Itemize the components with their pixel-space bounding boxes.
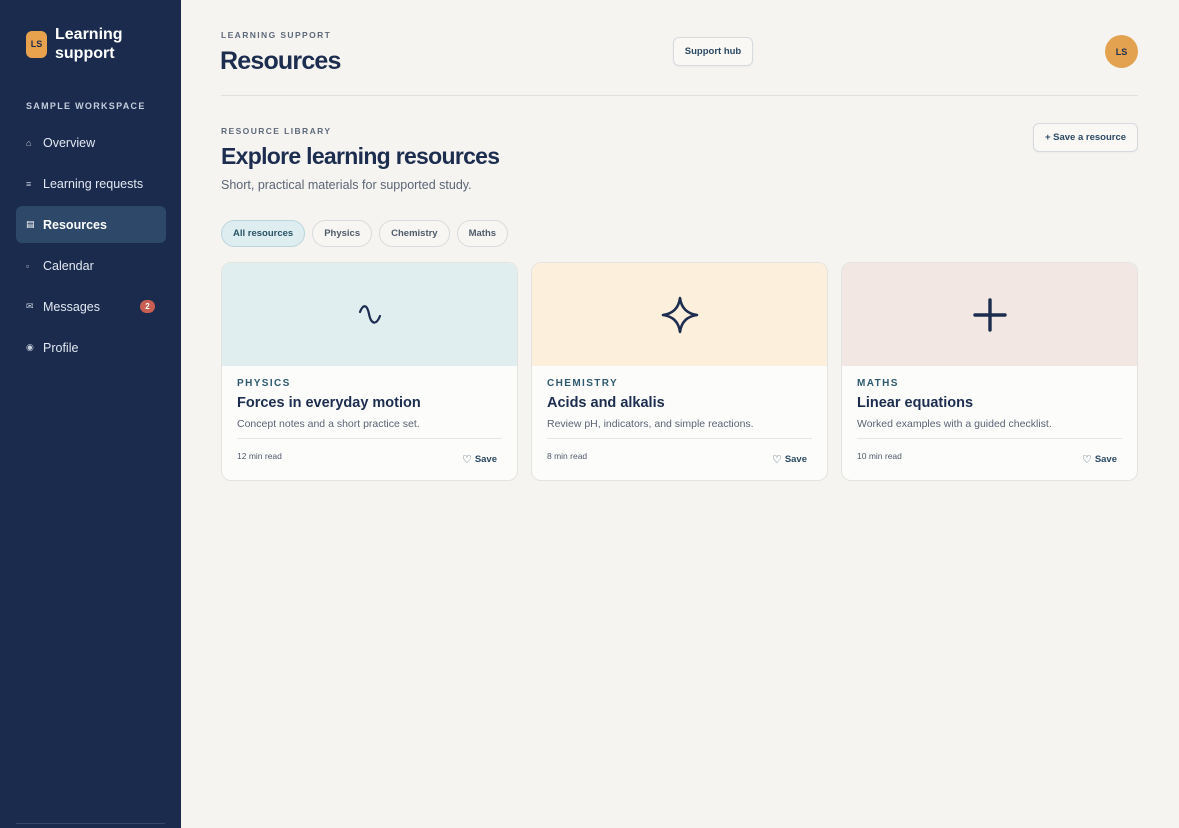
resource-card[interactable]: MATHS Linear equations Worked examples w… <box>841 262 1138 481</box>
save-label: Save <box>474 454 497 465</box>
heart-icon: ♡ <box>461 454 472 466</box>
page-eyebrow: LEARNING SUPPORT <box>221 30 332 40</box>
brand-logo: LS <box>26 30 47 58</box>
calendar-icon: ▫ <box>26 260 30 271</box>
brand[interactable]: LS Learning support <box>26 25 135 63</box>
section-eyebrow: RESOURCE LIBRARY <box>221 126 332 136</box>
sparkle-icon <box>661 296 698 333</box>
avatar[interactable]: LS <box>1105 35 1138 68</box>
card-title: Forces in everyday motion <box>237 395 421 411</box>
card-banner <box>532 263 827 366</box>
section-title: Explore learning resources <box>221 143 500 169</box>
filter-all-resources[interactable]: All resources <box>221 220 306 247</box>
sidebar-item-label: Messages <box>43 299 100 314</box>
sidebar-item-resources[interactable]: ▤ Resources <box>16 206 166 243</box>
save-label: Save <box>1094 454 1117 465</box>
card-banner <box>222 263 517 366</box>
sidebar-item-label: Resources <box>43 217 107 232</box>
card-category: MATHS <box>857 378 899 389</box>
save-resource-button[interactable]: + Save a resource <box>1033 123 1138 152</box>
card-description: Concept notes and a short practice set. <box>237 418 420 430</box>
card-category: PHYSICS <box>237 378 291 389</box>
card-category: CHEMISTRY <box>547 378 619 389</box>
read-time: 10 min read <box>857 451 902 461</box>
brand-title: Learning support <box>55 26 123 62</box>
sidebar-item-overview[interactable]: ⌂ Overview <box>16 124 166 161</box>
heart-icon: ♡ <box>1081 454 1092 466</box>
sidebar: LS Learning support SAMPLE WORKSPACE ⌂ O… <box>0 0 181 828</box>
page-title: Resources <box>220 47 341 75</box>
sidebar-nav: ⌂ Overview ≡ Learning requests ▤ Resourc… <box>16 124 166 370</box>
filter-maths[interactable]: Maths <box>456 220 509 247</box>
filter-chemistry[interactable]: Chemistry <box>379 220 450 247</box>
filter-chips: All resources Physics Chemistry Maths <box>221 220 509 247</box>
resource-card[interactable]: PHYSICS Forces in everyday motion Concep… <box>221 262 518 481</box>
mail-icon: ✉ <box>26 301 34 311</box>
sidebar-item-label: Learning requests <box>43 176 144 191</box>
save-button[interactable]: ♡ Save <box>772 453 807 466</box>
save-label: Save <box>784 454 807 465</box>
sidebar-item-calendar[interactable]: ▫ Calendar <box>16 247 166 284</box>
unread-count-badge: 2 <box>140 300 155 313</box>
sidebar-divider <box>16 823 165 824</box>
card-description: Review pH, indicators, and simple reacti… <box>547 418 754 430</box>
book-icon: ▤ <box>26 219 35 229</box>
plus-icon <box>972 297 1007 332</box>
sidebar-item-label: Profile <box>43 340 79 355</box>
sidebar-item-profile[interactable]: ◉ Profile <box>16 329 166 366</box>
home-icon: ⌂ <box>26 137 32 148</box>
header-divider <box>221 95 1138 96</box>
sidebar-item-label: Overview <box>43 135 96 150</box>
sidebar-item-label: Calendar <box>43 258 94 273</box>
card-description: Worked examples with a guided checklist. <box>857 418 1052 430</box>
sidebar-item-messages[interactable]: ✉ Messages 2 <box>16 288 166 325</box>
heart-icon: ♡ <box>771 454 782 466</box>
save-button[interactable]: ♡ Save <box>1082 453 1117 466</box>
workspace-label: SAMPLE WORKSPACE <box>26 101 146 111</box>
sidebar-item-learning-requests[interactable]: ≡ Learning requests <box>16 165 166 202</box>
list-icon: ≡ <box>26 178 32 189</box>
save-button[interactable]: ♡ Save <box>462 453 497 466</box>
section-subtitle: Short, practical materials for supported… <box>221 178 472 192</box>
card-title: Linear equations <box>857 395 974 411</box>
card-banner <box>842 263 1137 366</box>
resource-card[interactable]: CHEMISTRY Acids and alkalis Review pH, i… <box>531 262 828 481</box>
card-title: Acids and alkalis <box>547 395 665 411</box>
read-time: 8 min read <box>547 451 588 461</box>
filter-physics[interactable]: Physics <box>312 220 373 247</box>
support-hub-button[interactable]: Support hub <box>673 37 753 66</box>
profile-icon: ◉ <box>26 342 34 352</box>
read-time: 12 min read <box>237 451 282 461</box>
wave-icon <box>358 304 381 324</box>
